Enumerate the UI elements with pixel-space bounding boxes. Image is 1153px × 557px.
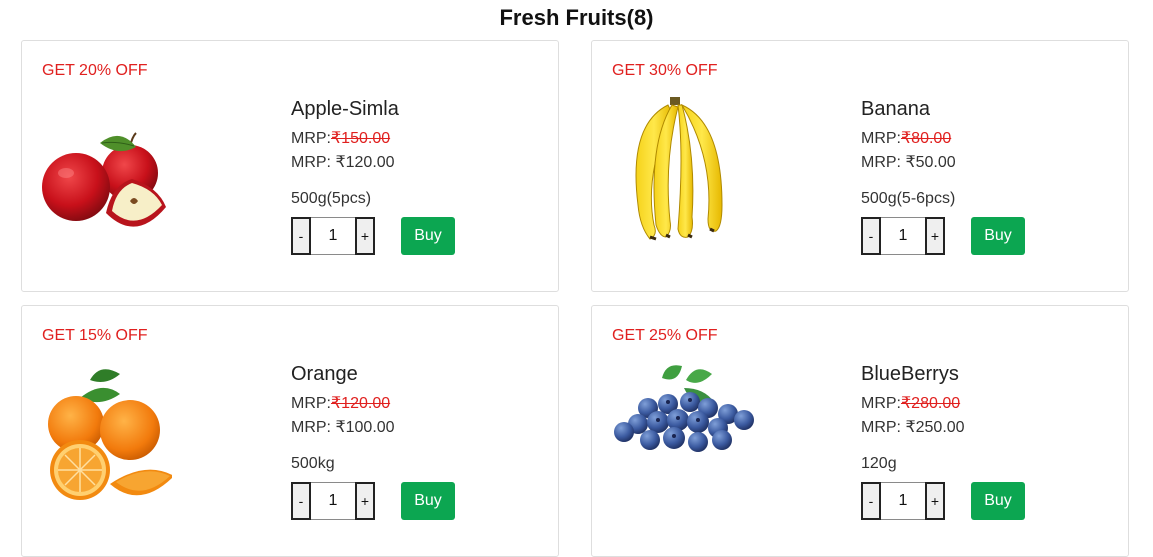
mrp-label: MRP: bbox=[291, 395, 331, 412]
banana-image bbox=[610, 93, 742, 243]
original-price: ₹280.00 bbox=[901, 395, 961, 412]
mrp-original: MRP:₹80.00 bbox=[861, 127, 1025, 151]
blueberry-image bbox=[610, 358, 754, 508]
purchase-controls: - 1 + Buy bbox=[291, 217, 455, 255]
increment-button[interactable]: + bbox=[925, 482, 945, 520]
product-info: BlueBerrys MRP:₹280.00 MRP: ₹250.00 120g… bbox=[861, 362, 1025, 520]
mrp-original: MRP:₹280.00 bbox=[861, 392, 1025, 416]
purchase-controls: - 1 + Buy bbox=[291, 482, 455, 520]
product-card-blueberrys: GET 25% OFF BlueBerrys MRP:₹280.00 MRP: … bbox=[591, 305, 1129, 557]
quantity-input[interactable]: 1 bbox=[881, 217, 925, 255]
product-name: Orange bbox=[291, 363, 358, 385]
original-price: ₹150.00 bbox=[331, 130, 391, 147]
page-title: Fresh Fruits(8) bbox=[499, 5, 654, 30]
mrp-label: MRP: bbox=[861, 130, 901, 147]
quantity-stepper: - 1 + bbox=[861, 217, 945, 255]
quantity-stepper: - 1 + bbox=[291, 482, 375, 520]
discount-label: GET 20% OFF bbox=[42, 62, 148, 79]
product-info: Apple-Simla MRP:₹150.00 MRP: ₹120.00 500… bbox=[291, 97, 455, 255]
sale-price: MRP: ₹250.00 bbox=[861, 419, 965, 436]
mrp-original: MRP:₹150.00 bbox=[291, 127, 455, 151]
mrp-original: MRP:₹120.00 bbox=[291, 392, 455, 416]
apple-image bbox=[40, 93, 172, 243]
sale-price: MRP: ₹50.00 bbox=[861, 154, 956, 171]
mrp-label: MRP: bbox=[291, 130, 331, 147]
buy-button[interactable]: Buy bbox=[971, 217, 1025, 255]
orange-image bbox=[40, 358, 174, 508]
product-card-banana: GET 30% OFF Banana MRP:₹80.00 MRP: ₹50.0… bbox=[591, 40, 1129, 292]
sale-price: MRP: ₹100.00 bbox=[291, 419, 395, 436]
decrement-button[interactable]: - bbox=[291, 482, 311, 520]
buy-button[interactable]: Buy bbox=[401, 217, 455, 255]
mrp-label: MRP: bbox=[861, 395, 901, 412]
buy-button[interactable]: Buy bbox=[401, 482, 455, 520]
sale-price: MRP: ₹120.00 bbox=[291, 154, 395, 171]
product-info: Banana MRP:₹80.00 MRP: ₹50.00 500g(5-6pc… bbox=[861, 97, 1025, 255]
increment-button[interactable]: + bbox=[925, 217, 945, 255]
product-info: Orange MRP:₹120.00 MRP: ₹100.00 500kg - … bbox=[291, 362, 455, 520]
original-price: ₹120.00 bbox=[331, 395, 391, 412]
product-weight: 120g bbox=[861, 455, 897, 472]
decrement-button[interactable]: - bbox=[291, 217, 311, 255]
quantity-input[interactable]: 1 bbox=[311, 217, 355, 255]
discount-label: GET 30% OFF bbox=[612, 62, 718, 79]
decrement-button[interactable]: - bbox=[861, 482, 881, 520]
product-card-orange: GET 15% OFF Orange MRP:₹120.00 MRP: ₹100… bbox=[21, 305, 559, 557]
product-name: Banana bbox=[861, 98, 930, 120]
purchase-controls: - 1 + Buy bbox=[861, 482, 1025, 520]
product-weight: 500g(5pcs) bbox=[291, 190, 372, 207]
quantity-stepper: - 1 + bbox=[861, 482, 945, 520]
quantity-input[interactable]: 1 bbox=[311, 482, 355, 520]
buy-button[interactable]: Buy bbox=[971, 482, 1025, 520]
product-weight: 500kg bbox=[291, 455, 335, 472]
product-name: Apple-Simla bbox=[291, 98, 399, 120]
product-name: BlueBerrys bbox=[861, 363, 959, 385]
purchase-controls: - 1 + Buy bbox=[861, 217, 1025, 255]
decrement-button[interactable]: - bbox=[861, 217, 881, 255]
discount-label: GET 15% OFF bbox=[42, 327, 148, 344]
quantity-input[interactable]: 1 bbox=[881, 482, 925, 520]
original-price: ₹80.00 bbox=[901, 130, 952, 147]
increment-button[interactable]: + bbox=[355, 482, 375, 520]
increment-button[interactable]: + bbox=[355, 217, 375, 255]
product-weight: 500g(5-6pcs) bbox=[861, 190, 956, 207]
discount-label: GET 25% OFF bbox=[612, 327, 718, 344]
product-card-apple: GET 20% OFF Apple-Simla MRP:₹150.00 MRP:… bbox=[21, 40, 559, 292]
quantity-stepper: - 1 + bbox=[291, 217, 375, 255]
